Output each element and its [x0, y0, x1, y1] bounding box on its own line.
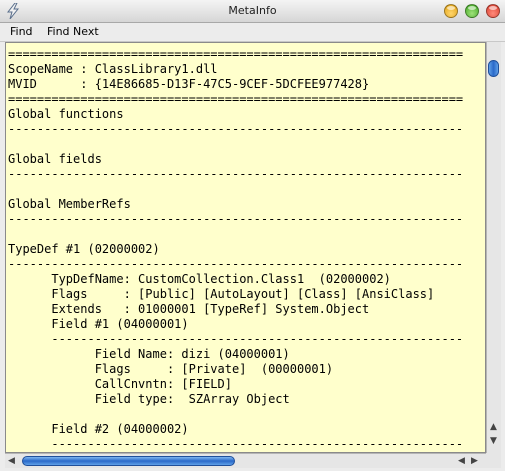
metadata-line: ScopeName : ClassLibrary1.dll — [8, 62, 218, 76]
metadata-line: ----------------------------------------… — [8, 167, 464, 181]
horizontal-scroll-thumb[interactable] — [22, 456, 235, 466]
horizontal-scrollbar[interactable]: ◀ ◀ ▶ — [5, 453, 486, 468]
metadata-line: ----------------------------------------… — [8, 122, 464, 136]
metadata-line: Field Name: dizi (04000001) — [8, 347, 290, 361]
metadata-line: Field type: SZArray Object — [8, 392, 290, 406]
zoom-button[interactable] — [465, 4, 479, 18]
vertical-scrollbar[interactable]: ▲ ▼ — [486, 42, 501, 453]
metadata-line: TypDefName: CustomCollection.Class1 (020… — [8, 272, 391, 286]
metadata-line: ----------------------------------------… — [8, 437, 464, 451]
metadata-line: MVID : {14E86685-D13F-47C5-9CEF-5DCFEE97… — [8, 77, 370, 91]
title-bar[interactable]: MetaInfo — [0, 0, 505, 23]
menu-find[interactable]: Find — [10, 25, 33, 38]
metadata-line: Field #2 (04000002) — [8, 422, 189, 436]
scroll-right-arrow-icon[interactable]: ▶ — [471, 456, 478, 466]
metadata-line: Flags : [Private] (00000001) — [8, 362, 334, 376]
metadata-line: Global fields — [8, 152, 102, 166]
metadata-line: Field #1 (04000001) — [8, 317, 189, 331]
metadata-line: Flags : [Public] [AutoLayout] [Class] [A… — [8, 287, 435, 301]
menu-bar: Find Find Next — [0, 23, 505, 42]
metadata-line: Extends : 01000001 [TypeRef] System.Obje… — [8, 302, 370, 316]
scroll-up-arrow-icon[interactable]: ▲ — [489, 422, 498, 432]
scroll-down-arrow-icon[interactable]: ▼ — [489, 436, 498, 446]
metadata-text-area[interactable]: ========================================… — [5, 42, 486, 453]
window-title: MetaInfo — [228, 4, 277, 17]
resize-corner[interactable] — [486, 453, 501, 468]
metainfo-window: MetaInfo Find Find Next ================… — [0, 0, 505, 471]
metadata-line: ----------------------------------------… — [8, 212, 464, 226]
metadata-line: ========================================… — [8, 47, 464, 61]
close-button[interactable] — [486, 4, 500, 18]
metadata-line: CallCnvntn: [FIELD] — [8, 377, 232, 391]
metadata-line: TypeDef #1 (02000002) — [8, 242, 160, 256]
metadata-line: ----------------------------------------… — [8, 257, 464, 271]
metadata-line: ========================================… — [8, 92, 464, 106]
scroll-left-arrow-icon[interactable]: ◀ — [8, 456, 15, 466]
metadata-line: Global functions — [8, 107, 124, 121]
metadata-line: Global MemberRefs — [8, 197, 131, 211]
vertical-scroll-thumb[interactable] — [488, 60, 499, 77]
menu-find-next[interactable]: Find Next — [47, 25, 99, 38]
minimize-button[interactable] — [444, 4, 458, 18]
metadata-line: ----------------------------------------… — [8, 332, 464, 346]
scroll-left-arrow-icon[interactable]: ◀ — [458, 456, 465, 466]
